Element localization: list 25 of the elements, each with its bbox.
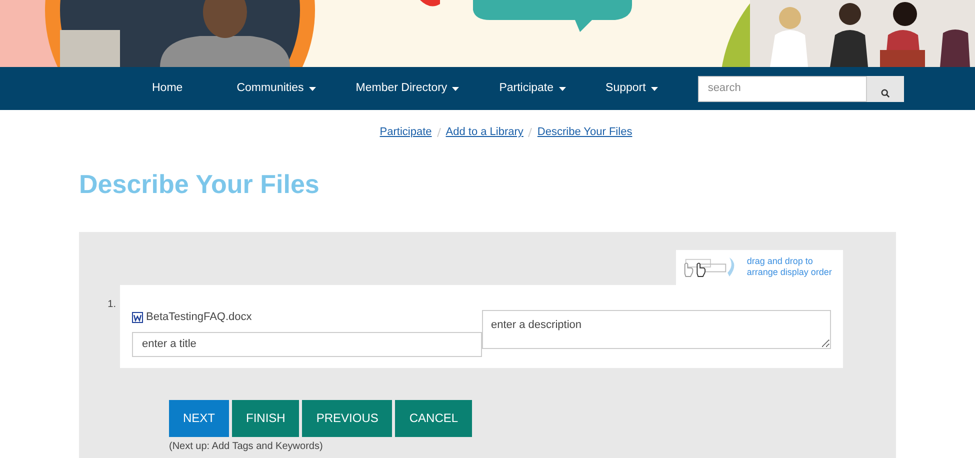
breadcrumb-link[interactable]: Add to a Library bbox=[446, 124, 524, 140]
search-icon bbox=[880, 88, 890, 98]
document-icon bbox=[132, 312, 143, 323]
file-name: BetaTestingFAQ.docx bbox=[146, 310, 252, 326]
next-button[interactable]: NEXT bbox=[169, 400, 230, 436]
nav-link[interactable]: Home bbox=[152, 80, 183, 98]
form-button[interactable]: PREVIOUS bbox=[302, 400, 392, 436]
item-number: 1. bbox=[108, 298, 116, 310]
breadcrumb-link[interactable]: Participate bbox=[380, 124, 432, 140]
form-button[interactable]: FINISH bbox=[232, 400, 300, 436]
title-field[interactable]: enter a title bbox=[132, 332, 482, 356]
next-step-note: (Next up: Add Tags and Keywords) bbox=[169, 440, 324, 454]
nav-link[interactable]: Participate bbox=[499, 80, 566, 98]
nav-link[interactable]: Support bbox=[606, 80, 658, 98]
search-field[interactable]: search bbox=[698, 76, 867, 102]
nav-link[interactable]: Member Directory bbox=[356, 80, 460, 98]
page-title: Describe Your Files bbox=[79, 168, 320, 200]
nav-link[interactable]: Communities bbox=[236, 80, 316, 98]
description-field[interactable]: enter a description bbox=[482, 310, 831, 348]
drag-hint-text: drag and drop to arrange display order bbox=[746, 256, 833, 278]
breadcrumb-separator-icon bbox=[436, 128, 441, 137]
breadcrumb-separator-icon bbox=[528, 128, 532, 137]
search-button[interactable] bbox=[866, 76, 904, 102]
breadcrumb-link[interactable]: Describe Your Files bbox=[537, 124, 632, 140]
form-button[interactable]: CANCEL bbox=[395, 400, 472, 436]
